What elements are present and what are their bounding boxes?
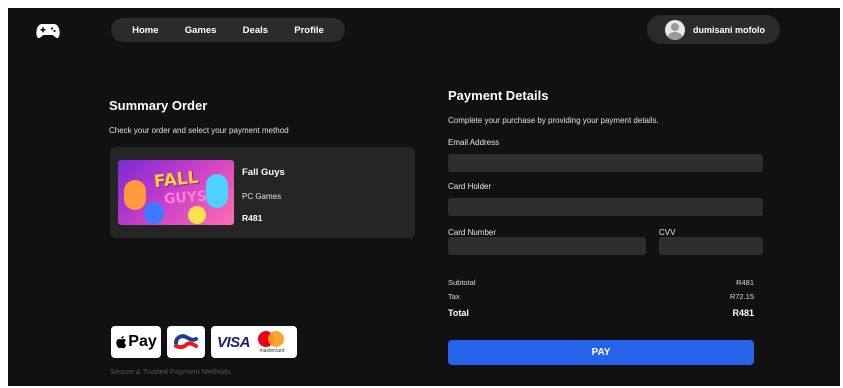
order-item-card: FALL GUYS Fall Guys PC Games R481 bbox=[110, 147, 415, 238]
game-thumbnail: FALL GUYS bbox=[118, 160, 234, 225]
main-nav: Home Games Deals Profile bbox=[111, 18, 345, 42]
payment-title: Payment Details bbox=[448, 88, 549, 103]
game-price: R481 bbox=[242, 213, 263, 223]
visa-mastercard-logo[interactable]: VISA mastercard bbox=[211, 326, 297, 358]
nav-home[interactable]: Home bbox=[132, 25, 158, 36]
card-number-field[interactable] bbox=[448, 237, 646, 255]
total-label: Total bbox=[448, 308, 469, 318]
cvv-field[interactable] bbox=[659, 237, 763, 255]
thumbnail-title-line2: GUYS bbox=[163, 188, 208, 208]
visa-text: VISA bbox=[217, 333, 251, 351]
summary-title: Summary Order bbox=[109, 98, 208, 113]
summary-subtitle: Check your order and select your payment… bbox=[109, 126, 289, 135]
capitec-logo[interactable] bbox=[167, 326, 205, 358]
tax-label: Tax bbox=[448, 292, 460, 301]
nav-games[interactable]: Games bbox=[185, 25, 217, 36]
nav-profile[interactable]: Profile bbox=[294, 25, 324, 36]
pay-button[interactable]: PAY bbox=[448, 340, 754, 365]
apple-pay-logo[interactable]: Pay bbox=[111, 326, 161, 358]
card-number-label: Card Number bbox=[448, 228, 497, 237]
apple-pay-text: Pay bbox=[128, 333, 157, 350]
payment-method-logos: Pay VISA mastercard bbox=[111, 326, 297, 358]
user-name: dumisani mofolo bbox=[693, 24, 765, 35]
payment-subtitle: Complete your purchase by providing your… bbox=[448, 116, 659, 125]
secure-caption: Secure & Trusted Payment Methods bbox=[110, 367, 231, 376]
cvv-label: CVV bbox=[659, 228, 676, 237]
subtotal-label: Subtotal bbox=[448, 278, 476, 287]
game-name: Fall Guys bbox=[242, 167, 285, 178]
game-platform: PC Games bbox=[242, 192, 282, 201]
gamepad-icon[interactable] bbox=[36, 23, 60, 39]
capitec-icon bbox=[174, 334, 198, 350]
user-menu[interactable]: dumisani mofolo bbox=[647, 15, 780, 44]
card-holder-field[interactable] bbox=[448, 198, 763, 216]
nav-deals[interactable]: Deals bbox=[243, 25, 268, 36]
mastercard-text: mastercard bbox=[259, 348, 285, 354]
tax-value: R72.15 bbox=[729, 292, 754, 301]
subtotal-value: R481 bbox=[736, 278, 754, 287]
card-holder-label: Card Holder bbox=[448, 182, 492, 191]
total-value: R481 bbox=[732, 308, 754, 318]
user-avatar-icon bbox=[665, 19, 685, 40]
checkout-app: Home Games Deals Profile dumisani mofolo… bbox=[8, 8, 840, 386]
email-field[interactable] bbox=[448, 154, 763, 172]
mastercard-icon: mastercard bbox=[256, 329, 288, 355]
email-label: Email Address bbox=[448, 138, 500, 147]
apple-icon bbox=[116, 336, 127, 349]
